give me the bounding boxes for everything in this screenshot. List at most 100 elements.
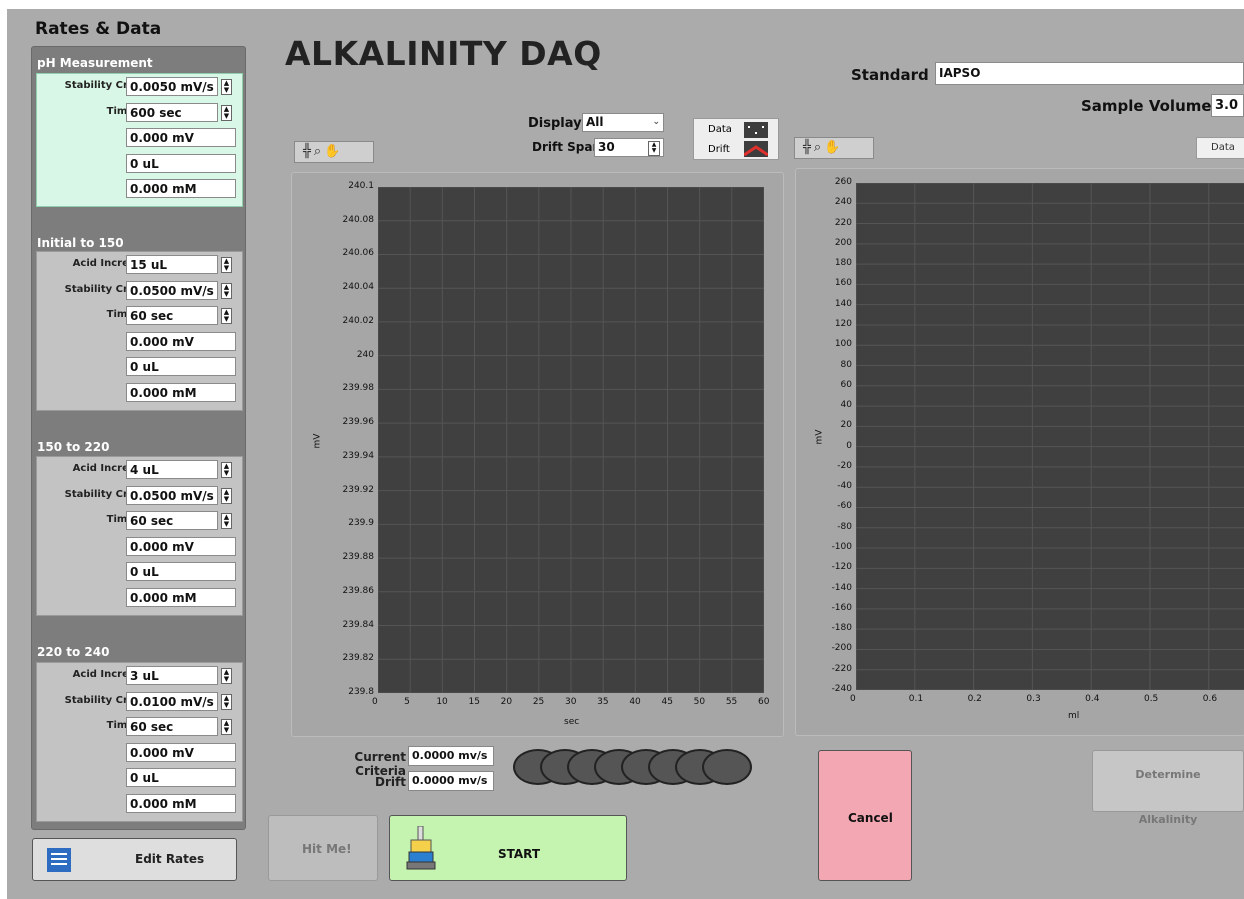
legend-drift-label: Drift [708,144,730,155]
spinner-icon[interactable]: ▲ ▼ [221,257,232,273]
y-tick-label: 239.88 [342,552,375,563]
edit-rates-button[interactable]: Edit Rates [32,838,237,881]
spinner-icon[interactable]: ▲ ▼ [221,487,232,504]
start-label: START [498,847,541,861]
y-tick-label: 140 [834,298,852,309]
numeric-input[interactable]: 60 sec [126,717,218,737]
numeric-input[interactable]: 60 sec [126,306,218,326]
zoom-icon[interactable]: ⌕ [314,144,321,159]
rate-row: Value0.000 mV [37,536,242,558]
standard-value: IAPSO [939,66,981,80]
hand-icon[interactable]: ✋ [324,144,340,159]
x-axis-label: ml [1068,711,1080,721]
start-button[interactable]: START [389,815,627,881]
determine-label-line1: Determine [1135,768,1201,781]
y-tick-label: 180 [834,258,852,269]
x-tick-label: 25 [532,697,545,707]
y-tick-label: 120 [834,318,852,329]
plot-legend[interactable]: Data Drift [693,118,779,160]
sample-volume-field[interactable]: 3.0 [1211,94,1244,117]
y-tick-label: -220 [831,663,852,674]
standard-label: Standard [851,66,929,84]
y-tick-label: 60 [840,379,852,390]
rate-row: pH0.000 mM [37,587,242,609]
numeric-input[interactable]: 0.0100 mV/s [126,691,218,711]
cursor-move-icon[interactable]: ╬ [303,144,311,159]
chevron-down-icon: ⌄ [652,117,660,127]
cancel-button[interactable]: Cancel [818,750,912,881]
hand-icon[interactable]: ✋ [824,140,840,155]
numeric-input[interactable]: 0.0050 mV/s [126,77,218,96]
cursor-move-icon[interactable]: ╬ [803,140,811,155]
numeric-input[interactable]: 3 uL [126,666,218,685]
zoom-icon[interactable]: ⌕ [814,140,821,155]
rate-row: Time Out60 sec▲▼ [37,305,242,327]
right-graph-palette[interactable]: ╬ ⌕ ✋ [794,137,874,159]
y-tick-label: -160 [831,602,852,613]
spinner-icon[interactable]: ▲ ▼ [221,462,232,478]
titrator-icon [406,826,436,870]
display-label: Display [528,116,582,131]
y-tick-label: 239.84 [342,619,375,630]
section-title: pH Measurement [37,56,153,70]
readout-field: 0.000 mV [126,742,236,762]
y-tick-label: 239.94 [342,450,375,461]
spinner-icon[interactable]: ▲ ▼ [221,693,232,710]
numeric-input[interactable]: 600 sec [126,102,218,122]
legend-data-label: Data [708,124,732,135]
numeric-input[interactable]: 60 sec [126,511,218,531]
spinner-icon[interactable]: ▲ ▼ [221,668,232,684]
x-tick-label: 35 [597,697,609,707]
edit-rates-label: Edit Rates [135,852,205,866]
edit-list-icon [47,848,71,872]
display-select[interactable]: All ⌄ [582,113,664,132]
right-legend-data-button[interactable]: Data [1196,137,1244,159]
spinner-icon[interactable]: ▲ ▼ [221,308,232,325]
drift-span-input[interactable]: 30 ▲ ▼ [594,138,664,157]
determine-alkalinity-button[interactable]: Determine Alkalinity [1092,750,1244,826]
rate-row: Total0 uL [37,356,242,378]
spinner-icon[interactable]: ▲ ▼ [648,141,660,156]
spinner-icon[interactable]: ▲ ▼ [221,719,232,736]
drift-line-swatch [744,141,768,157]
rate-row: Acid Increment 15 uL ▲ ▼ [37,254,242,276]
rate-row: Value0.000 mV [37,331,242,353]
standard-field[interactable]: IAPSO [935,62,1244,85]
section-title: 220 to 240 [37,645,110,659]
y-tick-label: 240.08 [342,214,375,225]
y-tick-label: 239.9 [348,518,374,529]
x-tick-label: 0.6 [1202,694,1218,704]
y-tick-label: -20 [837,460,852,471]
hit-me-button[interactable]: Hit Me! [268,815,378,881]
x-tick-label: 0.3 [1026,694,1041,704]
rate-row: Time Out600 sec▲▼ [37,102,242,124]
drift-span-value: 30 [598,140,615,154]
rate-row: Total0 uL [37,153,242,175]
spinner-icon[interactable]: ▲ ▼ [221,104,232,121]
mv-vs-time-plot-area[interactable] [378,187,764,693]
rate-row: Time Out60 sec▲▼ [37,716,242,738]
spinner-icon[interactable]: ▲ ▼ [221,513,232,530]
numeric-input[interactable]: 4 uL [126,460,218,479]
x-tick-label: 20 [500,697,513,707]
numeric-input[interactable]: 0.0500 mV/s [126,485,218,505]
spinner-icon[interactable]: ▲ ▼ [221,79,232,95]
determine-label-line2: Alkalinity [1138,813,1198,826]
spinner-icon[interactable]: ▲ ▼ [221,282,232,299]
y-tick-label: 240.1 [348,181,374,191]
numeric-input[interactable]: 0.0500 mV/s [126,280,218,300]
rate-row: Total0 uL [37,561,242,583]
rate-row: Acid Increment 3 uL ▲ ▼ [37,665,242,687]
y-tick-label: 239.8 [348,687,374,697]
current-criteria-label: Current Criteria [354,750,406,778]
app-title: ALKALINITY DAQ [285,34,602,73]
rate-row: Stability Criteria 0.0100 mV/s ▲ ▼ [37,691,242,713]
x-tick-label: 55 [725,697,738,707]
left-graph-palette[interactable]: ╬ ⌕ ✋ [294,141,374,163]
mv-vs-volume-plot-area[interactable] [856,183,1244,690]
sample-volume-value: 3.0 [1215,98,1239,113]
numeric-input[interactable]: 15 uL [126,255,218,274]
readout-field: 0 uL [126,357,236,377]
x-tick-label: 45 [661,697,673,707]
rate-row: pH0.000 mM [37,382,242,404]
